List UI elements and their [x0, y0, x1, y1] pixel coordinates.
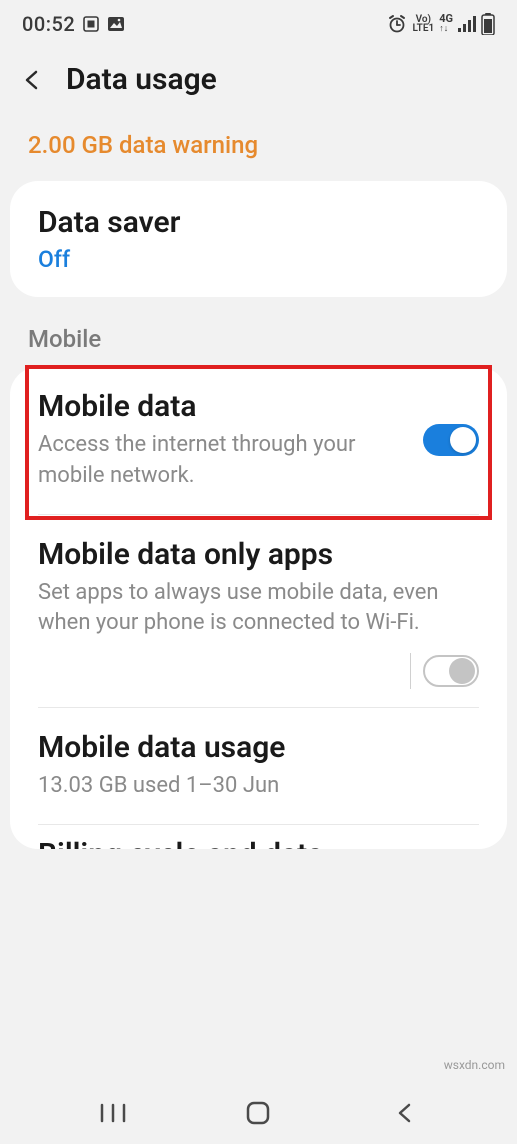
data-warning-label: 2.00 GB data warning: [0, 123, 517, 181]
data-saver-card[interactable]: Data saver Off: [10, 181, 507, 297]
mobile-data-only-apps-toggle-wrap: [10, 645, 507, 707]
mobile-data-usage-row[interactable]: Mobile data usage 13.03 GB used 1–30 Jun: [10, 708, 507, 824]
nav-back-button[interactable]: [379, 1102, 429, 1124]
mobile-data-desc: Access the internet through your mobile …: [38, 430, 407, 492]
mobile-data-usage-title: Mobile data usage: [38, 730, 479, 765]
mobile-data-only-apps-toggle[interactable]: [423, 655, 479, 687]
watermark: wsxdn.com: [444, 1058, 505, 1072]
status-left: 00:52: [22, 12, 125, 36]
status-right: Vo)LTE1 4G↑↓: [387, 13, 495, 35]
signal-icon: [458, 16, 476, 32]
chevron-left-icon: [21, 69, 43, 91]
data-saver-status: Off: [38, 246, 479, 273]
back-button[interactable]: [20, 68, 44, 92]
mobile-data-row[interactable]: Mobile data Access the internet through …: [10, 367, 507, 514]
network-type-icon: 4G↑↓: [439, 14, 453, 34]
battery-icon: [481, 13, 495, 35]
volte-icon: Vo)LTE1: [412, 15, 434, 33]
home-button[interactable]: [233, 1100, 283, 1126]
mobile-data-title: Mobile data: [38, 389, 407, 424]
page-header: Data usage: [0, 46, 517, 123]
alarm-icon: [387, 14, 407, 34]
section-header-mobile: Mobile: [0, 297, 517, 367]
status-bar: 00:52 Vo)LTE1 4G↑↓: [0, 0, 517, 46]
recents-button[interactable]: [88, 1103, 138, 1123]
mobile-section-card: Mobile data Access the internet through …: [10, 367, 507, 849]
billing-cycle-title: Billing cycle and data: [38, 837, 479, 849]
image-icon: [107, 16, 125, 32]
stop-icon: [83, 16, 99, 32]
mobile-data-toggle[interactable]: [423, 424, 479, 456]
status-time: 00:52: [22, 12, 75, 36]
mobile-data-only-apps-title: Mobile data only apps: [38, 537, 479, 572]
data-saver-title: Data saver: [38, 205, 479, 240]
navigation-bar: [0, 1082, 517, 1144]
mobile-data-only-apps-row[interactable]: Mobile data only apps Set apps to always…: [10, 515, 507, 646]
page-title: Data usage: [66, 62, 217, 97]
vertical-separator: [410, 653, 411, 689]
billing-cycle-row[interactable]: Billing cycle and data: [10, 825, 507, 849]
mobile-data-usage-desc: 13.03 GB used 1–30 Jun: [38, 771, 479, 802]
mobile-data-only-apps-desc: Set apps to always use mobile data, even…: [38, 578, 479, 640]
